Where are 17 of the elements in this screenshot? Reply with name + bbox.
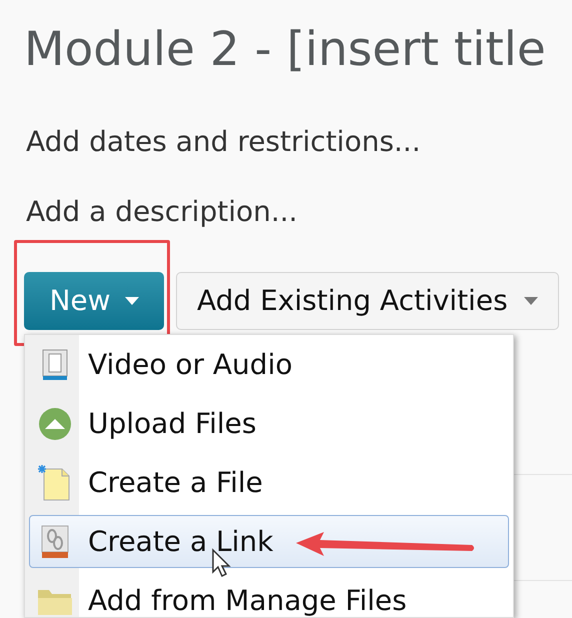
arrow-icon [294,530,476,558]
caret-icon [124,297,139,305]
film-icon [40,348,70,380]
menu-item[interactable]: Create a File [29,456,509,509]
link-text[interactable]: Add a description... [26,195,298,229]
menu-item[interactable]: Create a Link [29,515,509,568]
link-text[interactable]: Add dates and restrictions... [26,125,421,159]
upload-icon [38,406,72,440]
page-title: Module 2 - [insert title [24,21,547,79]
menu-item[interactable]: Video or Audio [29,338,509,391]
link-icon [40,524,70,558]
new-file-icon [38,464,72,500]
caret-icon [524,297,538,305]
menu-item[interactable]: Upload Files [29,397,509,450]
menu-item[interactable]: Add from Manage Files [29,574,509,618]
new-button[interactable]: New [24,272,164,330]
add-existing-activities-button[interactable]: Add Existing Activities [176,272,559,330]
